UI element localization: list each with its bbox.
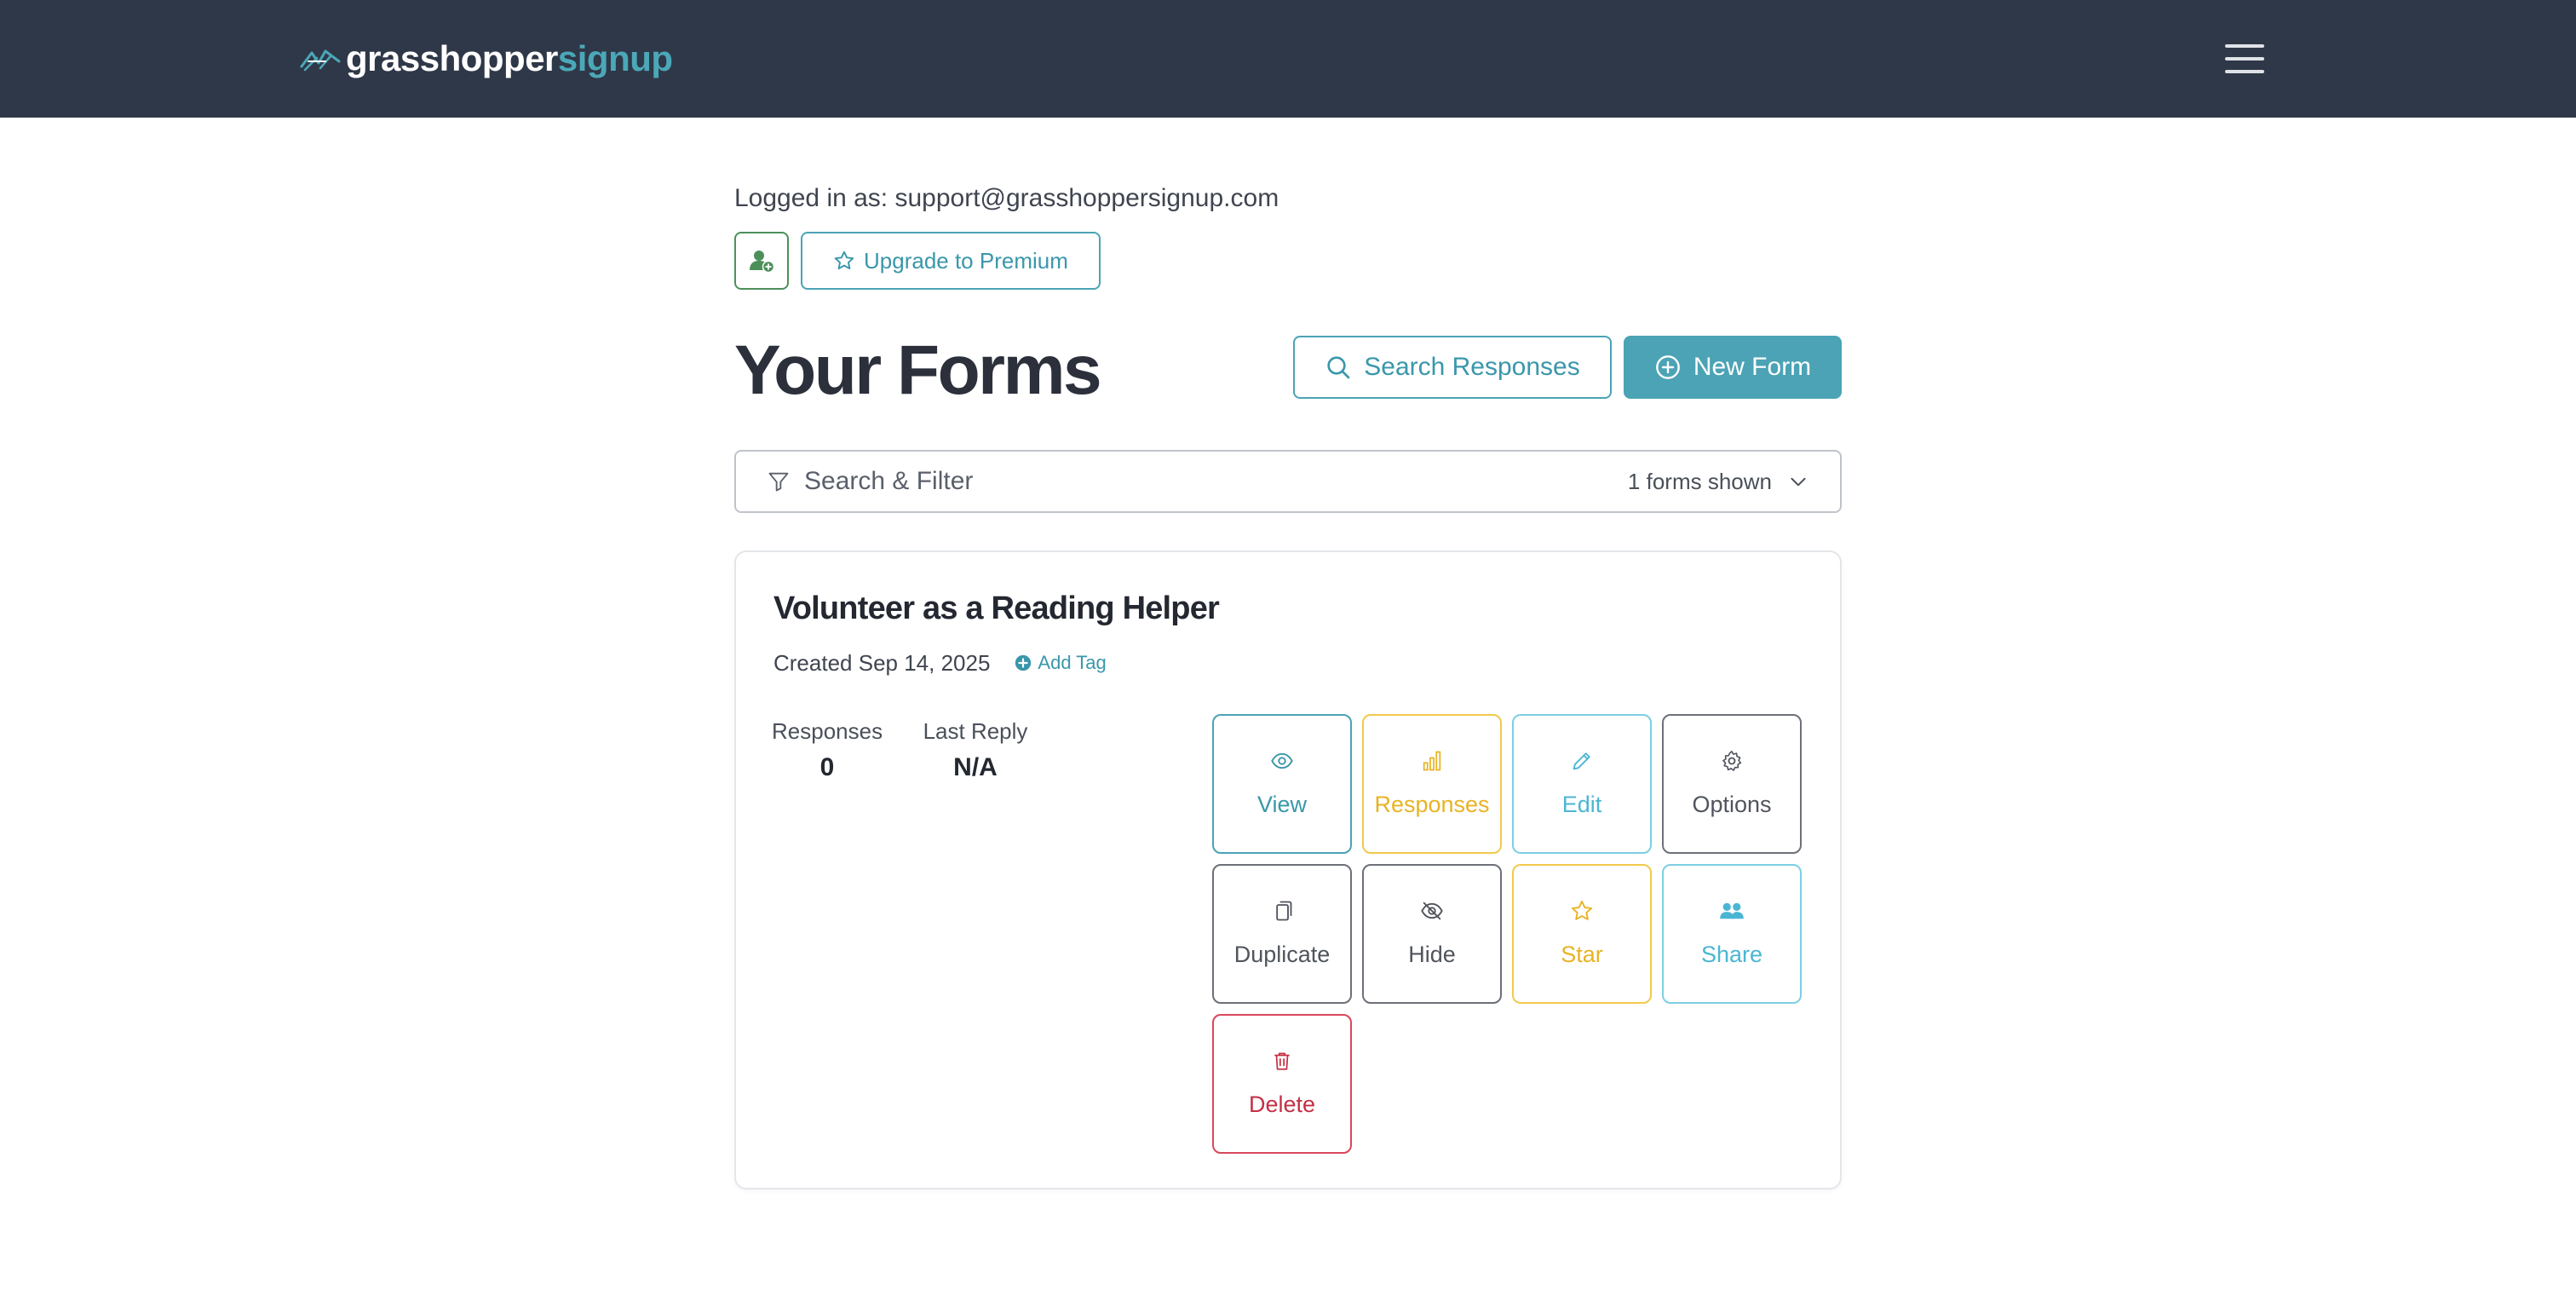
search-responses-button[interactable]: Search Responses	[1293, 336, 1612, 399]
new-form-button[interactable]: New Form	[1624, 336, 1842, 399]
view-label: View	[1256, 792, 1308, 817]
add-tag-label: Add Tag	[1038, 652, 1107, 673]
eye-slash-icon	[1421, 902, 1443, 920]
delete-button[interactable]: Delete	[1212, 1014, 1352, 1154]
logged-in-text: Logged in as: support@grasshoppersignup.…	[734, 184, 1279, 212]
new-form-label: New Form	[1693, 353, 1812, 381]
hamburger-menu-icon[interactable]	[2225, 43, 2268, 75]
options-button[interactable]: Options	[1662, 714, 1802, 854]
page-title: Your Forms	[734, 331, 1102, 409]
trash-icon	[1274, 1052, 1290, 1070]
add-user-button[interactable]	[734, 232, 789, 290]
main-content: Logged in as: support@grasshoppersignup.…	[734, 177, 1842, 1190]
add-tag-button[interactable]: Add Tag	[1014, 652, 1107, 674]
last-reply-stat-label: Last Reply	[923, 718, 1028, 744]
duplicate-button[interactable]: Duplicate	[1212, 864, 1352, 1004]
responses-stat-value: 0	[819, 753, 835, 781]
delete-label: Delete	[1248, 1092, 1316, 1117]
responses-button[interactable]: Responses	[1362, 714, 1502, 854]
eye-icon	[1271, 752, 1293, 769]
responses-label: Responses	[1374, 792, 1490, 817]
account-actions: Upgrade to Premium	[734, 232, 1842, 290]
star-label: Star	[1561, 942, 1603, 967]
search-filter-bar[interactable]: Search & Filter 1 forms shown	[734, 450, 1842, 513]
gear-icon	[1722, 751, 1742, 771]
user-plus-icon	[750, 251, 774, 274]
last-reply-stat-value: N/A	[953, 753, 998, 781]
plus-circle-icon	[1655, 355, 1680, 379]
upgrade-premium-label: Upgrade to Premium	[864, 247, 1068, 274]
star-icon	[1571, 900, 1593, 920]
logo-text-secondary: signup	[557, 38, 673, 78]
search-icon	[1327, 356, 1350, 379]
pencil-icon	[1573, 752, 1590, 770]
upgrade-premium-button[interactable]: Upgrade to Premium	[801, 232, 1101, 290]
view-button[interactable]: View	[1212, 714, 1352, 854]
brand-logo[interactable]: grasshoppersignup	[300, 34, 673, 84]
search-filter-label: Search & Filter	[804, 467, 974, 495]
logo-text-primary: grasshopper	[346, 38, 558, 78]
grasshopper-logo-icon	[300, 49, 341, 72]
form-created-date: Created Sep 14, 2025	[773, 649, 991, 676]
people-icon	[1720, 902, 1744, 919]
form-title[interactable]: Volunteer as a Reading Helper	[773, 585, 1220, 632]
edit-label: Edit	[1561, 792, 1602, 817]
responses-stat: Responses 0	[772, 714, 883, 787]
top-navbar: grasshoppersignup	[0, 0, 2576, 118]
forms-count-text: 1 forms shown	[1627, 468, 1772, 494]
star-button[interactable]: Star	[1512, 864, 1652, 1004]
star-outline-icon	[834, 251, 854, 270]
form-card: Volunteer as a Reading Helper Created Se…	[734, 550, 1842, 1190]
responses-stat-label: Responses	[772, 718, 883, 744]
bar-chart-icon	[1423, 751, 1441, 771]
copy-icon	[1276, 901, 1292, 921]
last-reply-stat: Last Reply N/A	[920, 714, 1031, 787]
share-button[interactable]: Share	[1662, 864, 1802, 1004]
plus-circle-filled-icon	[1015, 654, 1032, 671]
options-label: Options	[1692, 792, 1772, 817]
edit-button[interactable]: Edit	[1512, 714, 1652, 854]
forms-header: Your Forms Search Responses New Form	[734, 324, 1842, 418]
share-label: Share	[1700, 942, 1763, 967]
duplicate-label: Duplicate	[1233, 942, 1331, 967]
search-responses-label: Search Responses	[1364, 353, 1580, 381]
funnel-icon	[768, 472, 789, 492]
hide-label: Hide	[1408, 942, 1456, 967]
hide-button[interactable]: Hide	[1362, 864, 1502, 1004]
chevron-down-icon	[1791, 477, 1806, 487]
